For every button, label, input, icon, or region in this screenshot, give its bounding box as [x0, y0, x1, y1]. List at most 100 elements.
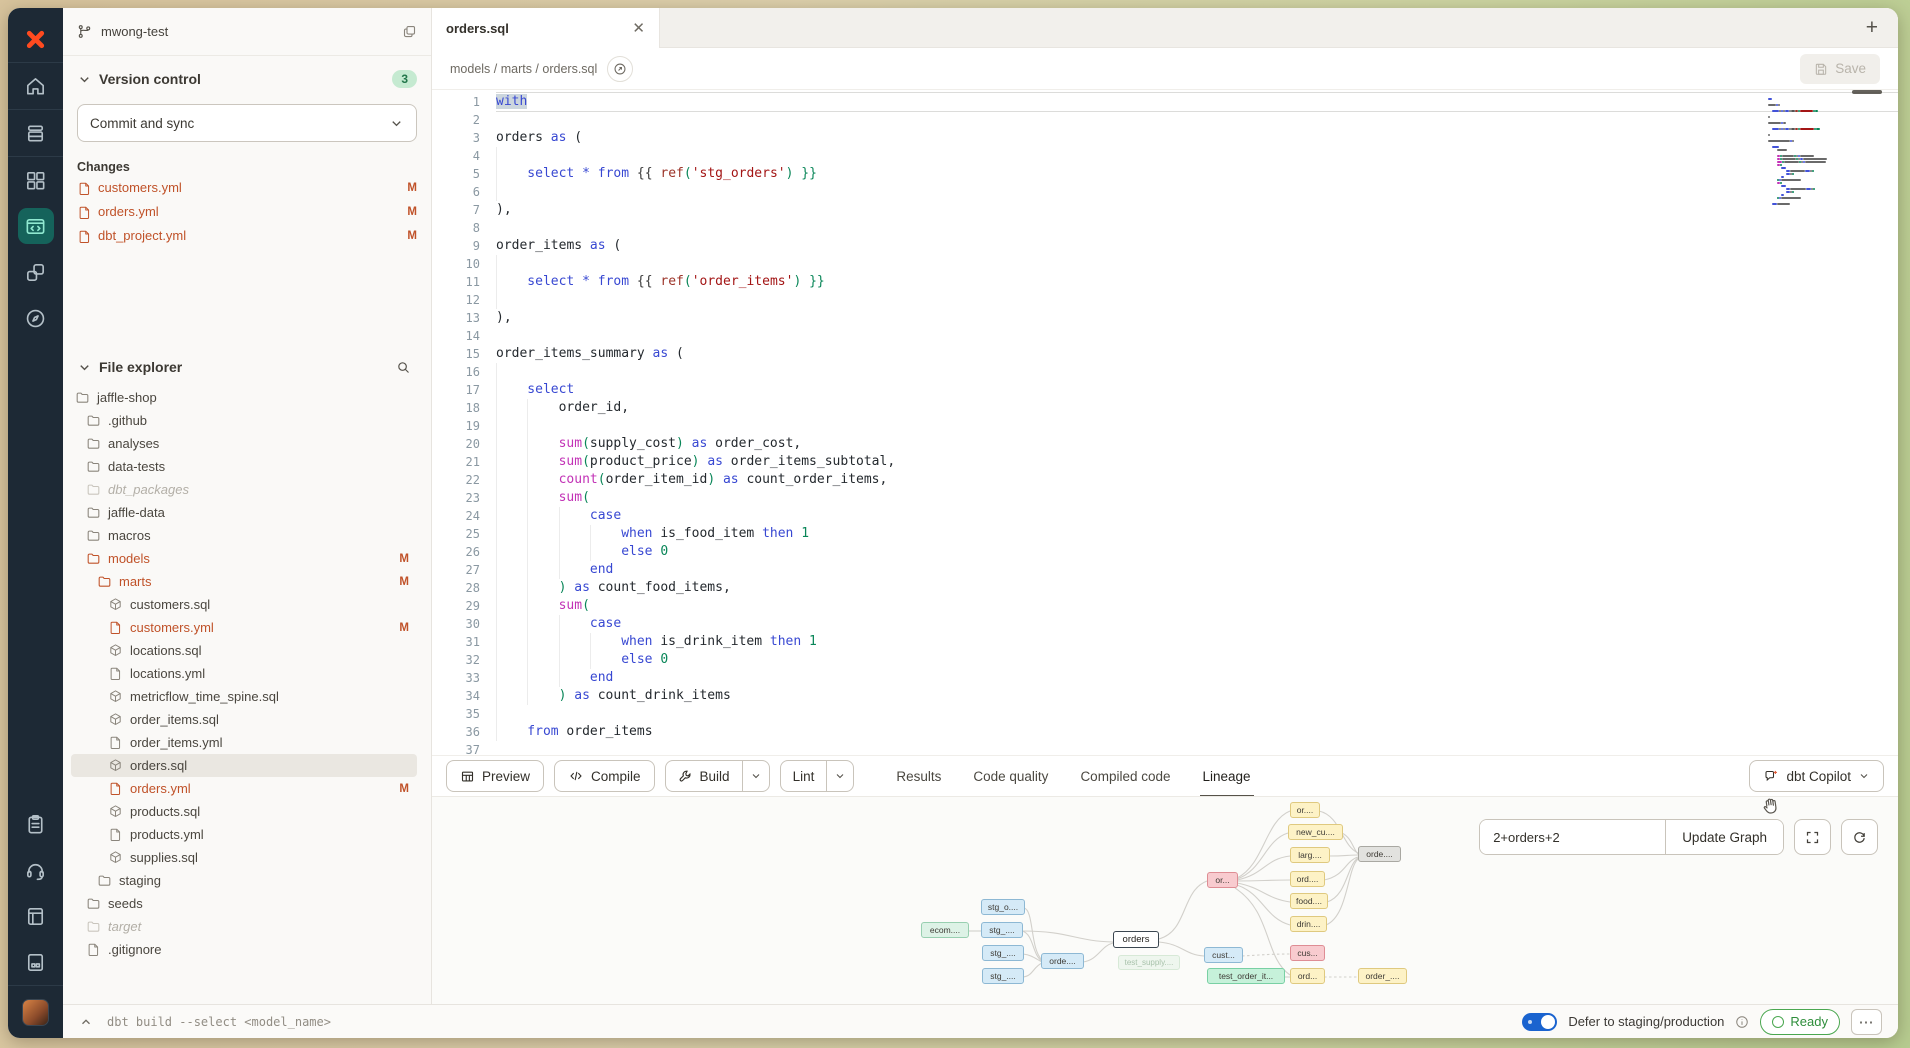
code-line-18[interactable]: order_id,	[496, 399, 1898, 417]
refresh-button[interactable]	[1841, 819, 1878, 855]
tree-item-metricflow_time_spine.sql[interactable]: metricflow_time_spine.sql	[71, 685, 417, 708]
code-line-1[interactable]: with	[496, 93, 1898, 111]
code-line-34[interactable]: ) as count_drink_items	[496, 687, 1898, 705]
rail-headset-icon[interactable]	[8, 847, 63, 893]
code-line-8[interactable]	[496, 219, 1898, 237]
tree-item-seeds[interactable]: seeds	[71, 892, 417, 915]
rail-compass-icon[interactable]	[8, 295, 63, 341]
lineage-node-test_supply[interactable]: test_supply....	[1118, 955, 1180, 970]
code-line-17[interactable]: select	[496, 381, 1898, 399]
code-line-28[interactable]: ) as count_food_items,	[496, 579, 1898, 597]
lineage-node-orde[interactable]: orde....	[1041, 953, 1084, 969]
code-line-23[interactable]: sum(	[496, 489, 1898, 507]
changed-file-dbt_project.yml[interactable]: dbt_project.yml M	[77, 225, 417, 246]
lineage-node-cust[interactable]: cust...	[1204, 947, 1243, 963]
rail-home-icon[interactable]	[8, 63, 63, 109]
tree-item-marts[interactable]: martsM	[71, 570, 417, 593]
code-line-33[interactable]: end	[496, 669, 1898, 687]
tree-item-macros[interactable]: macros	[71, 524, 417, 547]
scrollbar-mark[interactable]	[1852, 90, 1882, 94]
fullscreen-button[interactable]	[1794, 819, 1831, 855]
tree-item-jaffle-shop[interactable]: jaffle-shop	[71, 386, 417, 409]
changed-file-customers.yml[interactable]: customers.yml M	[77, 177, 417, 198]
code-line-11[interactable]: select * from {{ ref('order_items') }}	[496, 273, 1898, 291]
code-line-20[interactable]: sum(supply_cost) as order_cost,	[496, 435, 1898, 453]
defer-toggle[interactable]	[1522, 1013, 1557, 1031]
tree-item-products.yml[interactable]: products.yml	[71, 823, 417, 846]
build-dropdown-chevron[interactable]	[742, 761, 769, 791]
lineage-node-drin[interactable]: drin....	[1290, 916, 1327, 932]
rail-orchestration-icon[interactable]	[8, 249, 63, 295]
expand-command-bar-chevron[interactable]	[79, 1015, 93, 1029]
tree-item-orders.yml[interactable]: orders.ymlM	[71, 777, 417, 800]
search-icon[interactable]	[396, 360, 411, 375]
user-avatar[interactable]	[8, 986, 63, 1038]
preview-button[interactable]: Preview	[446, 760, 544, 792]
compile-button[interactable]: Compile	[554, 760, 655, 792]
code-line-10[interactable]	[496, 255, 1898, 273]
code-line-35[interactable]	[496, 705, 1898, 723]
lineage-node-cus[interactable]: cus...	[1290, 945, 1325, 961]
tree-item-customers.yml[interactable]: customers.ymlM	[71, 616, 417, 639]
tree-item-customers.sql[interactable]: customers.sql	[71, 593, 417, 616]
tab-code-quality[interactable]: Code quality	[973, 756, 1048, 797]
tree-item-locations.sql[interactable]: locations.sql	[71, 639, 417, 662]
rail-dbt-logo-icon[interactable]	[8, 16, 63, 62]
lineage-node-ord[interactable]: ord...	[1290, 968, 1325, 984]
code-line-9[interactable]: order_items as (	[496, 237, 1898, 255]
info-icon[interactable]	[1735, 1015, 1749, 1029]
build-button[interactable]: Build	[666, 761, 742, 791]
lineage-selector-input[interactable]	[1480, 820, 1665, 854]
lineage-node-new_cu[interactable]: new_cu....	[1288, 824, 1343, 840]
lineage-node-stg_[interactable]: stg_....	[982, 968, 1024, 984]
code-line-6[interactable]	[496, 183, 1898, 201]
minimap[interactable]	[1768, 98, 1830, 209]
code-line-25[interactable]: when is_food_item then 1	[496, 525, 1898, 543]
code-line-16[interactable]	[496, 363, 1898, 381]
rail-locker-icon[interactable]	[8, 939, 63, 985]
chevron-down-icon[interactable]	[77, 360, 92, 375]
code-line-26[interactable]: else 0	[496, 543, 1898, 561]
code-line-7[interactable]: ),	[496, 201, 1898, 219]
new-tab-button[interactable]: +	[1866, 17, 1878, 38]
code-editor[interactable]: 1234567891011121314151617181920212223242…	[432, 90, 1898, 755]
code-line-3[interactable]: orders as (	[496, 129, 1898, 147]
tree-item-staging[interactable]: staging	[71, 869, 417, 892]
code-line-29[interactable]: sum(	[496, 597, 1898, 615]
code-line-22[interactable]: count(order_item_id) as count_order_item…	[496, 471, 1898, 489]
lineage-node-order_[interactable]: order_....	[1358, 968, 1407, 984]
rail-code-editor-icon[interactable]	[8, 203, 63, 249]
command-input[interactable]: dbt build --select <model_name>	[107, 1015, 331, 1029]
lineage-panel[interactable]: ecom....stg_o....stg_....stg_....stg_...…	[432, 796, 1898, 1004]
code-line-15[interactable]: order_items_summary as (	[496, 345, 1898, 363]
tree-item-models[interactable]: modelsM	[71, 547, 417, 570]
rail-warehouse-icon[interactable]	[8, 110, 63, 156]
rail-book-icon[interactable]	[8, 893, 63, 939]
lineage-node-stg_o[interactable]: stg_o....	[981, 899, 1025, 915]
lineage-node-orders[interactable]: orders	[1113, 931, 1159, 948]
copy-icon[interactable]	[402, 24, 417, 39]
rail-clipboard-icon[interactable]	[8, 801, 63, 847]
tree-item-order_items.yml[interactable]: order_items.yml	[71, 731, 417, 754]
code-line-27[interactable]: end	[496, 561, 1898, 579]
code-content[interactable]: with orders as ( select * from {{ ref('stg…	[496, 90, 1898, 755]
tab-results[interactable]: Results	[896, 756, 941, 797]
code-line-24[interactable]: case	[496, 507, 1898, 525]
tree-item-data-tests[interactable]: data-tests	[71, 455, 417, 478]
code-line-5[interactable]: select * from {{ ref('stg_orders') }}	[496, 165, 1898, 183]
more-options-button[interactable]: ⋯	[1851, 1009, 1882, 1035]
rail-grid-icon[interactable]	[8, 157, 63, 203]
code-line-12[interactable]	[496, 291, 1898, 309]
lint-dropdown-chevron[interactable]	[826, 761, 853, 791]
tree-item-products.sql[interactable]: products.sql	[71, 800, 417, 823]
tree-item-order_items.sql[interactable]: order_items.sql	[71, 708, 417, 731]
lineage-node-or[interactable]: or...	[1207, 872, 1238, 888]
update-graph-button[interactable]: Update Graph	[1665, 820, 1783, 854]
tree-item-dbt_packages[interactable]: dbt_packages	[71, 478, 417, 501]
code-line-21[interactable]: sum(product_price) as order_items_subtot…	[496, 453, 1898, 471]
tab-orders-sql[interactable]: orders.sql ✕	[432, 8, 660, 48]
changed-file-orders.yml[interactable]: orders.yml M	[77, 201, 417, 222]
code-line-31[interactable]: when is_drink_item then 1	[496, 633, 1898, 651]
tree-item-target[interactable]: target	[71, 915, 417, 938]
code-line-37[interactable]	[496, 741, 1898, 755]
